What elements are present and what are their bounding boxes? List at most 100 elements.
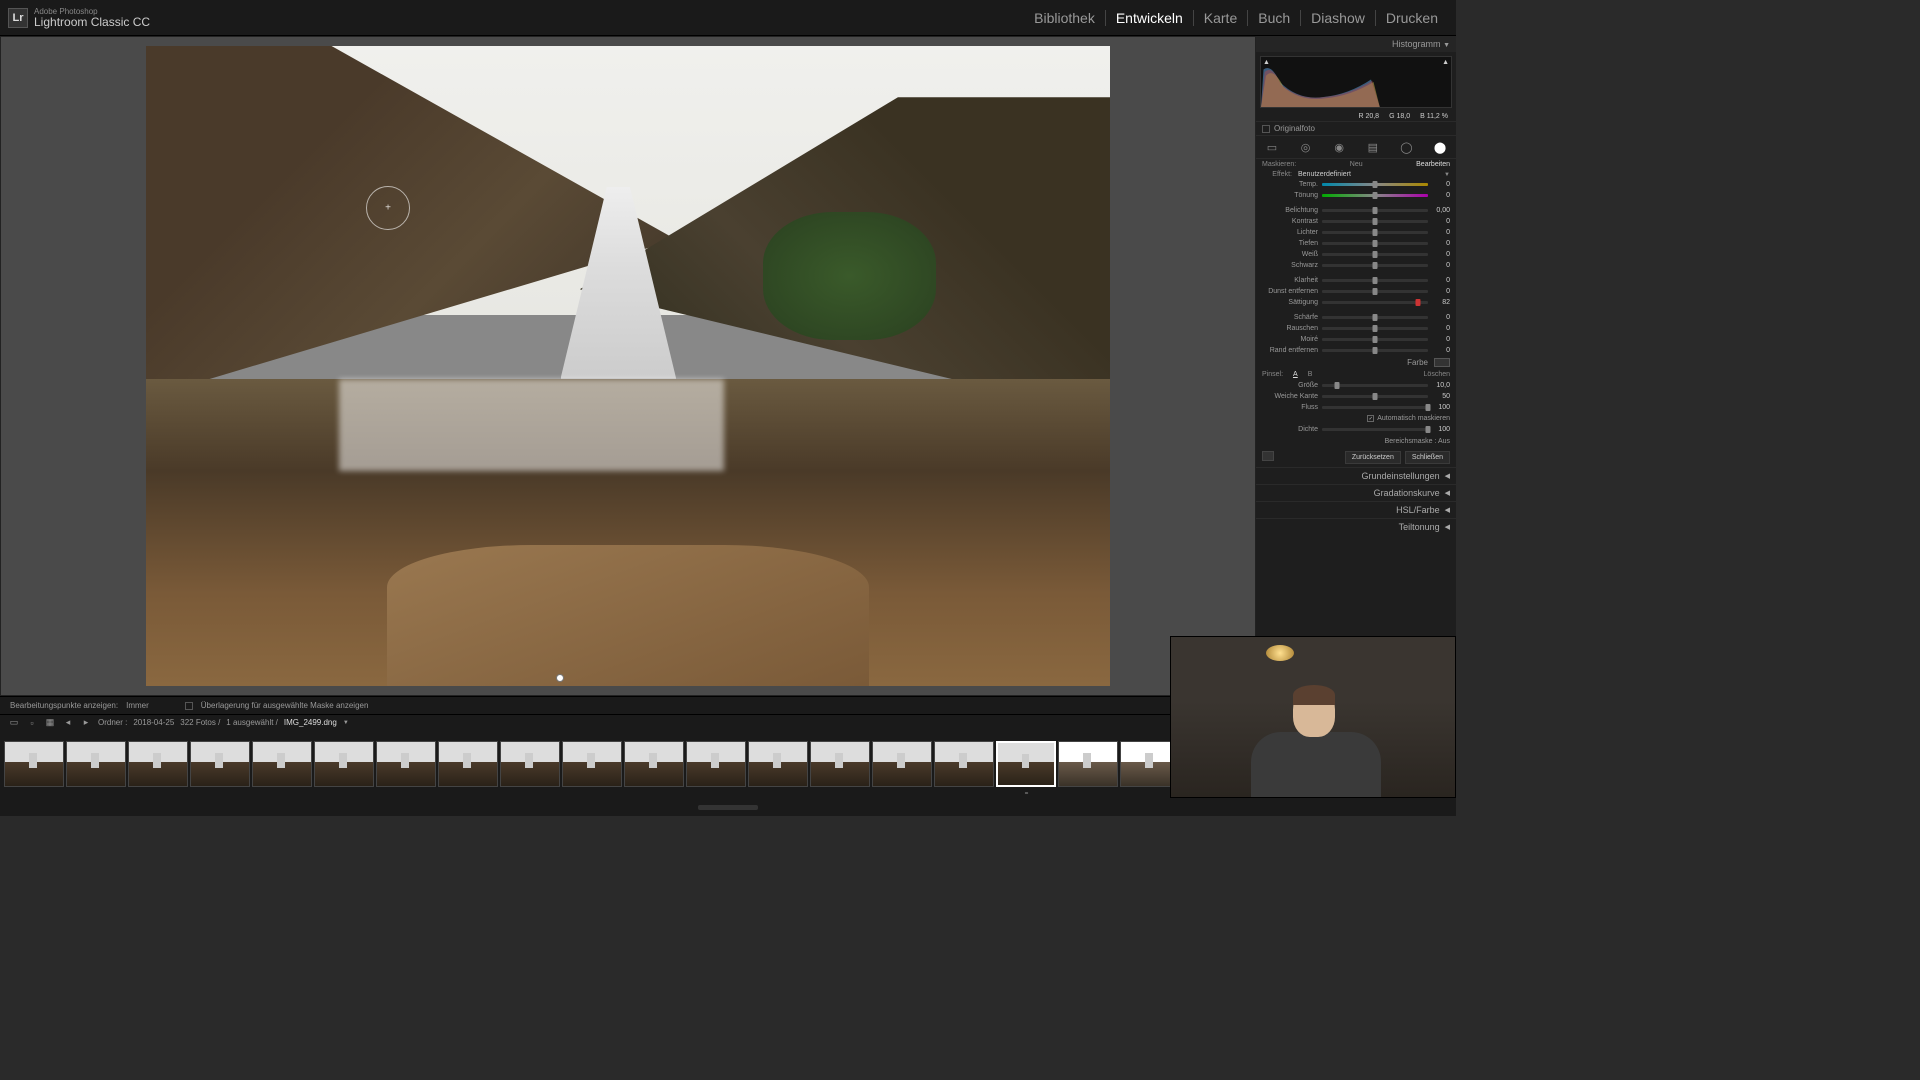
- top-bar: Lr Adobe Photoshop Lightroom Classic CC …: [0, 0, 1456, 36]
- thumbnail[interactable]: [252, 741, 312, 787]
- thumbnail[interactable]: [4, 741, 64, 787]
- thumbnail[interactable]: [66, 741, 126, 787]
- app-logo: Lr Adobe Photoshop Lightroom Classic CC: [8, 8, 150, 28]
- reset-button[interactable]: Zurücksetzen: [1345, 451, 1401, 464]
- canvas-area[interactable]: [0, 36, 1256, 696]
- slider-wei-[interactable]: Weiß0: [1256, 249, 1456, 260]
- brush-header: Pinsel: A B Löschen: [1256, 369, 1456, 380]
- checkbox-icon[interactable]: [185, 702, 193, 710]
- slider-dichte[interactable]: Dichte100: [1256, 424, 1456, 435]
- panel-hsl-farbe[interactable]: HSL/Farbe◀: [1256, 501, 1456, 518]
- nav-karte[interactable]: Karte: [1193, 10, 1247, 26]
- histogram[interactable]: ▲ ▲: [1260, 56, 1452, 108]
- slider-schwarz[interactable]: Schwarz0: [1256, 260, 1456, 271]
- panel-grundeinstellungen[interactable]: Grundeinstellungen◀: [1256, 467, 1456, 484]
- thumbnail[interactable]: [810, 741, 870, 787]
- edit-pins-value[interactable]: Immer: [126, 701, 149, 710]
- thumbnail[interactable]: [686, 741, 746, 787]
- resize-handle-icon[interactable]: [698, 805, 758, 810]
- effect-selector[interactable]: Effekt: Benutzerdefiniert ▼: [1256, 170, 1456, 179]
- tool-strip: ▭ ◎ ◉ ▤ ◯ ⬤: [1256, 136, 1456, 159]
- chevron-left-icon: ◀: [1445, 523, 1450, 531]
- slider-moir-[interactable]: Moiré0: [1256, 334, 1456, 345]
- thumbnail[interactable]: [748, 741, 808, 787]
- slider-s-ttigung[interactable]: Sättigung82: [1256, 297, 1456, 308]
- slider-dunst-entfernen[interactable]: Dunst entfernen0: [1256, 286, 1456, 297]
- thumbnail[interactable]: [996, 741, 1056, 787]
- overlay-label: Überlagerung für ausgewählte Maske anzei…: [201, 701, 369, 710]
- thumbnail[interactable]: [934, 741, 994, 787]
- thumbnail[interactable]: [438, 741, 498, 787]
- panel-gradationskurve[interactable]: Gradationskurve◀: [1256, 484, 1456, 501]
- thumbnail[interactable]: [128, 741, 188, 787]
- chevron-left-icon: ◀: [1445, 506, 1450, 514]
- histogram-header[interactable]: Histogramm ▼: [1256, 36, 1456, 52]
- checkbox-icon[interactable]: ✓: [1367, 415, 1374, 422]
- brush-erase-button[interactable]: Löschen: [1424, 371, 1450, 378]
- nav-entwickeln[interactable]: Entwickeln: [1105, 10, 1193, 26]
- brush-a-button[interactable]: A: [1293, 371, 1298, 378]
- mask-edit-button[interactable]: Bearbeiten: [1416, 161, 1450, 168]
- nav-buch[interactable]: Buch: [1247, 10, 1300, 26]
- thumbnail[interactable]: [190, 741, 250, 787]
- edit-pins-label: Bearbeitungspunkte anzeigen:: [10, 701, 118, 710]
- chevron-down-icon: ▼: [1444, 172, 1450, 178]
- slider-belichtung[interactable]: Belichtung0,00: [1256, 205, 1456, 216]
- slider-rauschen[interactable]: Rauschen0: [1256, 323, 1456, 334]
- chevron-left-icon: ◀: [1445, 489, 1450, 497]
- second-window-icon[interactable]: ▫: [26, 718, 38, 728]
- color-label: Farbe: [1407, 358, 1428, 367]
- range-mask-row[interactable]: Bereichsmaske : Aus: [1256, 435, 1456, 448]
- mask-header: Maskieren: Neu Bearbeiten: [1256, 159, 1456, 170]
- chevron-down-icon[interactable]: ▼: [343, 720, 349, 726]
- adjustment-pin-icon[interactable]: [556, 674, 564, 682]
- nav-prev-icon[interactable]: ◂: [62, 718, 74, 728]
- thumbnail[interactable]: [562, 741, 622, 787]
- radial-tool-icon[interactable]: ◯: [1398, 140, 1414, 154]
- thumbnail[interactable]: [1058, 741, 1118, 787]
- panel-teiltonung[interactable]: Teiltonung◀: [1256, 518, 1456, 535]
- slider-tiefen[interactable]: Tiefen0: [1256, 238, 1456, 249]
- brush-tool-icon[interactable]: ⬤: [1432, 140, 1448, 154]
- thumbnail[interactable]: [624, 741, 684, 787]
- main-window-icon[interactable]: ▭: [8, 718, 20, 728]
- nav-bibliothek[interactable]: Bibliothek: [1024, 10, 1105, 26]
- slider-sch-rfe[interactable]: Schärfe0: [1256, 312, 1456, 323]
- checkbox-icon[interactable]: [1262, 125, 1270, 133]
- gradient-tool-icon[interactable]: ▤: [1365, 140, 1381, 154]
- photo-preview[interactable]: [146, 46, 1110, 686]
- slider-kontrast[interactable]: Kontrast0: [1256, 216, 1456, 227]
- thumbnail[interactable]: [872, 741, 932, 787]
- nav-drucken[interactable]: Drucken: [1375, 10, 1448, 26]
- spot-tool-icon[interactable]: ◎: [1298, 140, 1314, 154]
- thumbnail[interactable]: [500, 741, 560, 787]
- slider-gr--e[interactable]: Größe10,0: [1256, 380, 1456, 391]
- nav-diashow[interactable]: Diashow: [1300, 10, 1375, 26]
- nav-next-icon[interactable]: ▸: [80, 718, 92, 728]
- redeye-tool-icon[interactable]: ◉: [1331, 140, 1347, 154]
- slider-klarheit[interactable]: Klarheit0: [1256, 275, 1456, 286]
- clip-highlights-icon[interactable]: ▲: [1442, 59, 1449, 66]
- slider-lichter[interactable]: Lichter0: [1256, 227, 1456, 238]
- current-filename: IMG_2499.dng: [284, 718, 337, 727]
- thumbnail[interactable]: [376, 741, 436, 787]
- slider-temp-[interactable]: Temp.0: [1256, 179, 1456, 190]
- slider-weiche-kante[interactable]: Weiche Kante50: [1256, 391, 1456, 402]
- slider-t-nung[interactable]: Tönung0: [1256, 190, 1456, 201]
- slider-rand-entfernen[interactable]: Rand entfernen0: [1256, 345, 1456, 356]
- original-photo-row[interactable]: Originalfoto: [1256, 121, 1456, 136]
- brush-b-button[interactable]: B: [1308, 371, 1313, 378]
- module-nav: BibliothekEntwickelnKarteBuchDiashowDruc…: [1024, 10, 1448, 26]
- color-swatch[interactable]: [1434, 358, 1450, 367]
- slider-fluss[interactable]: Fluss100: [1256, 402, 1456, 413]
- toggle-icon[interactable]: [1262, 451, 1274, 461]
- develop-panel: Histogramm ▼ ▲ ▲ R 20,8 G 18,0 B 11,2 % …: [1256, 36, 1456, 696]
- crop-tool-icon[interactable]: ▭: [1264, 140, 1280, 154]
- thumbnail[interactable]: [314, 741, 374, 787]
- grid-icon[interactable]: ▦: [44, 718, 56, 728]
- close-button[interactable]: Schließen: [1405, 451, 1450, 464]
- mask-new-button[interactable]: Neu: [1350, 161, 1363, 168]
- chevron-left-icon: ◀: [1445, 472, 1450, 480]
- brand-name: Lightroom Classic CC: [34, 16, 150, 28]
- automask-row[interactable]: ✓ Automatisch maskieren: [1256, 413, 1456, 424]
